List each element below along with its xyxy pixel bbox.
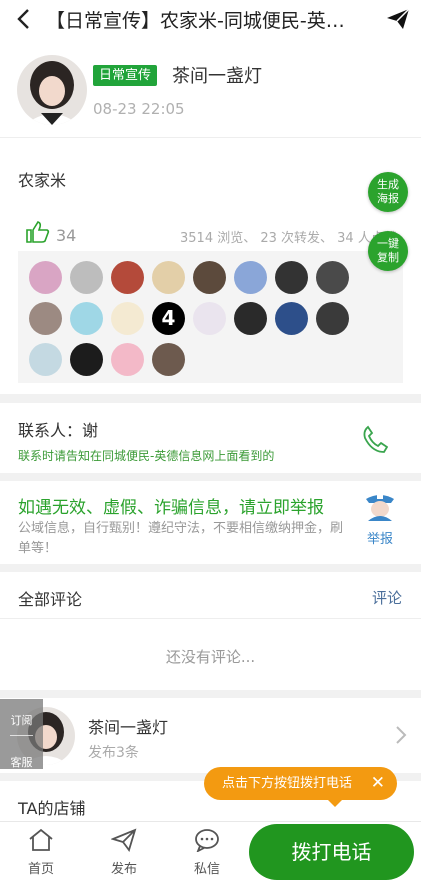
comments-section: 全部评论 评论 还没有评论... bbox=[0, 572, 421, 690]
liker-avatar[interactable] bbox=[193, 261, 226, 294]
page-title: 【日常宣传】农家米-同城便民-英… bbox=[46, 9, 345, 32]
liker-avatar[interactable] bbox=[275, 261, 308, 294]
liker-avatar[interactable] bbox=[111, 261, 144, 294]
warning-body: 公域信息，自行甄别！遵纪守法，不要相信缴纳押金，刷单等！ bbox=[18, 521, 344, 556]
post-section: 农家米 34 3514 浏览、 23 次转发、 34 人点赞 4 bbox=[0, 138, 421, 394]
svg-text:4: 4 bbox=[162, 306, 176, 330]
liker-avatar[interactable] bbox=[70, 261, 103, 294]
chevron-right-icon bbox=[395, 725, 407, 749]
report-button[interactable]: 举报 bbox=[358, 489, 402, 547]
liker-avatar[interactable] bbox=[111, 302, 144, 335]
publisher-name: 茶间一盏灯 bbox=[88, 718, 169, 737]
phone-icon bbox=[363, 425, 389, 453]
comments-empty: 还没有评论... bbox=[165, 648, 256, 666]
liker-avatar[interactable] bbox=[316, 302, 349, 335]
call-button[interactable]: 拨打电话 bbox=[249, 824, 414, 880]
back-button[interactable] bbox=[0, 0, 46, 38]
thumbs-up-icon bbox=[26, 221, 50, 243]
nav-publish[interactable]: 发布 bbox=[96, 828, 152, 877]
liker-avatar[interactable] bbox=[234, 261, 267, 294]
liker-avatar[interactable]: 4 bbox=[152, 302, 185, 335]
nav-publish-label: 发布 bbox=[110, 862, 137, 877]
publisher-card[interactable]: 茶间一盏灯 发布3条 bbox=[0, 698, 421, 773]
liker-avatar[interactable] bbox=[152, 261, 185, 294]
bottom-nav: 首页 发布 私信 拨打电话 bbox=[0, 821, 421, 882]
publisher-post-count: 发布3条 bbox=[88, 745, 139, 761]
paper-plane-icon bbox=[387, 8, 410, 29]
send-icon bbox=[110, 828, 137, 852]
comment-button[interactable]: 评论 bbox=[372, 587, 402, 608]
liker-avatar[interactable] bbox=[29, 343, 62, 376]
chat-icon bbox=[195, 829, 219, 853]
tooltip-text: 点击下方按钮拨打电话 bbox=[222, 776, 353, 791]
liker-avatar[interactable] bbox=[193, 302, 226, 335]
comments-heading: 全部评论 bbox=[18, 590, 83, 609]
home-icon bbox=[29, 828, 53, 851]
liker-avatar[interactable] bbox=[29, 261, 62, 294]
liker-avatar[interactable] bbox=[275, 302, 308, 335]
police-icon bbox=[366, 495, 394, 521]
generate-poster-button[interactable]: 生成 海报 bbox=[368, 172, 408, 212]
copy-button[interactable]: 一键 复制 bbox=[368, 231, 408, 271]
liker-avatar[interactable] bbox=[111, 343, 144, 376]
liker-avatar[interactable] bbox=[234, 302, 267, 335]
author-avatar[interactable] bbox=[17, 55, 87, 125]
warning-headline: 如遇无效、虚假、诈骗信息，请立即举报 bbox=[18, 498, 324, 518]
post-time: 08-23 22:05 bbox=[93, 100, 185, 118]
liker-avatars: 4 bbox=[18, 251, 403, 383]
category-tag: 日常宣传 bbox=[93, 65, 158, 86]
divider bbox=[10, 735, 33, 736]
like-button[interactable] bbox=[26, 221, 50, 247]
post-content: 农家米 bbox=[18, 171, 67, 190]
nav-messages[interactable]: 私信 bbox=[179, 828, 235, 877]
tooltip-arrow bbox=[328, 800, 342, 807]
author-name[interactable]: 茶间一盏灯 bbox=[172, 62, 262, 88]
shop-heading: TA的店铺 bbox=[18, 799, 86, 818]
liker-avatar[interactable] bbox=[70, 343, 103, 376]
close-icon[interactable]: ✕ bbox=[371, 767, 385, 800]
post-stats: 3514 浏览、 23 次转发、 34 人点赞 bbox=[180, 231, 397, 246]
top-bar: 【日常宣传】农家米-同城便民-英… bbox=[0, 0, 421, 38]
liker-avatar[interactable] bbox=[29, 302, 62, 335]
nav-home[interactable]: 首页 bbox=[13, 828, 69, 877]
liker-avatar[interactable] bbox=[316, 261, 349, 294]
liker-avatar[interactable] bbox=[70, 302, 103, 335]
share-button[interactable] bbox=[375, 0, 421, 38]
subscribe-tab[interactable]: 订阅 bbox=[0, 712, 43, 728]
divider bbox=[0, 618, 421, 619]
chevron-left-icon bbox=[17, 9, 29, 29]
like-count: 34 bbox=[56, 226, 77, 245]
call-tooltip: 点击下方按钮拨打电话 ✕ bbox=[204, 767, 397, 807]
side-tab[interactable]: 订阅 客服 bbox=[0, 699, 43, 769]
nav-messages-label: 私信 bbox=[193, 862, 220, 877]
phone-button[interactable] bbox=[362, 425, 389, 457]
contact-person: 联系人：谢 bbox=[18, 421, 99, 440]
contact-section: 联系人：谢 联系时请告知在同城便民-英德信息网上面看到的 bbox=[0, 403, 421, 473]
liker-avatar[interactable] bbox=[152, 343, 185, 376]
report-label: 举报 bbox=[366, 532, 393, 547]
contact-hint: 联系时请告知在同城便民-英德信息网上面看到的 bbox=[18, 449, 275, 463]
nav-home-label: 首页 bbox=[27, 862, 54, 877]
customer-service-tab[interactable]: 客服 bbox=[0, 754, 43, 770]
report-warning-section: 如遇无效、虚假、诈骗信息，请立即举报 公域信息，自行甄别！遵纪守法，不要相信缴纳… bbox=[0, 481, 421, 564]
author-section: 日常宣传 茶间一盏灯 08-23 22:05 bbox=[0, 38, 421, 138]
